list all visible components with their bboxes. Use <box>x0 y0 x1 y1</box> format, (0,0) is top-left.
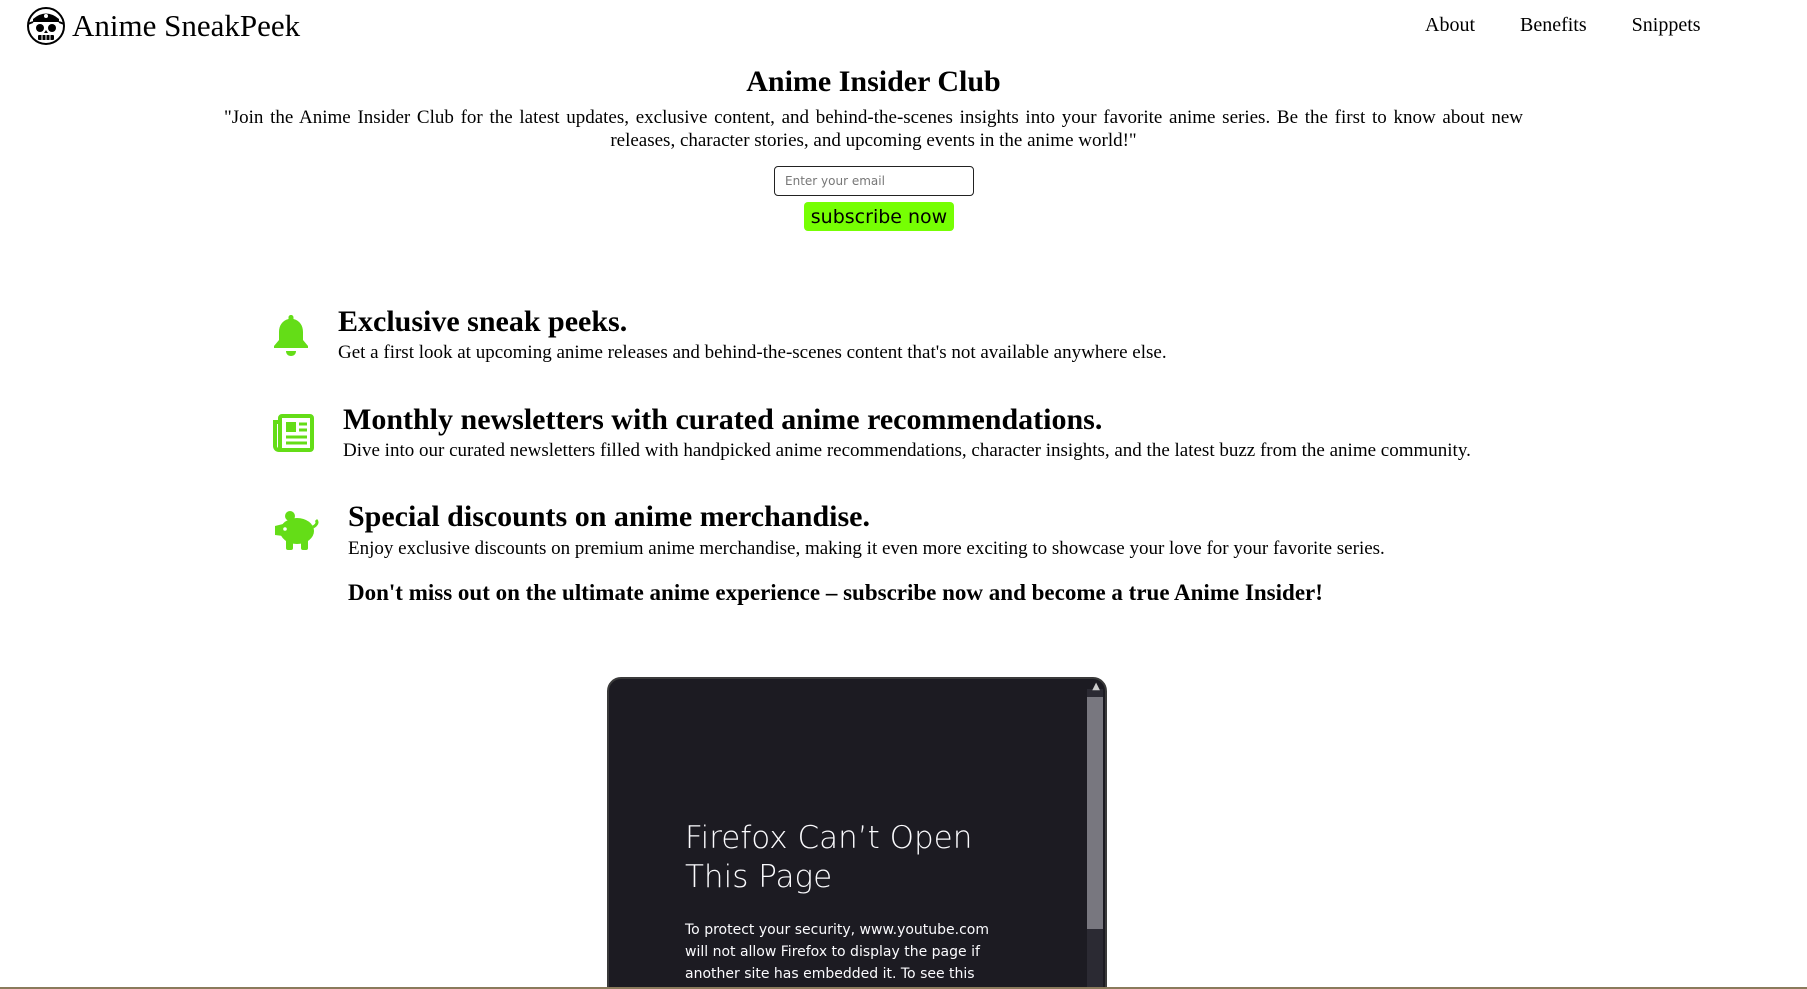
feature-description: Dive into our curated newsletters filled… <box>343 440 1471 461</box>
site-header: Anime SneakPeek About Benefits Snippets <box>0 0 1807 52</box>
feature-title: Special discounts on anime merchandise. <box>348 500 870 533</box>
newspaper-icon <box>273 414 314 452</box>
subscribe-button[interactable]: subscribe now <box>804 202 954 231</box>
email-input[interactable] <box>774 166 974 196</box>
error-title: Firefox Can’t Open This Page <box>685 820 973 895</box>
frame-scroll-thumb[interactable] <box>1087 697 1103 929</box>
feature-description: Enjoy exclusive discounts on premium ani… <box>348 538 1385 559</box>
bell-icon <box>274 315 308 356</box>
hero-description: "Join the Anime Insider Club for the lat… <box>224 107 1523 151</box>
main-nav: About Benefits Snippets <box>1425 14 1746 37</box>
scroll-up-icon[interactable]: ▲ <box>1092 681 1100 692</box>
call-to-action: Don't miss out on the ultimate anime exp… <box>348 580 1323 605</box>
nav-about[interactable]: About <box>1425 14 1475 37</box>
embedded-video-frame[interactable]: ▲ Firefox Can’t Open This Page To protec… <box>607 677 1107 989</box>
nav-snippets[interactable]: Snippets <box>1632 14 1701 37</box>
error-message: To protect your security, www.youtube.co… <box>685 922 990 989</box>
feature-title: Exclusive sneak peeks. <box>338 305 628 338</box>
brand-name: Anime SneakPeek <box>72 8 301 43</box>
hero-title: Anime Insider Club <box>746 65 1001 98</box>
pirate-skull-icon <box>27 7 65 45</box>
brand-logo[interactable]: Anime SneakPeek <box>26 6 300 46</box>
feature-description: Get a first look at upcoming anime relea… <box>338 342 1167 363</box>
piggy-bank-icon <box>275 511 319 550</box>
nav-benefits[interactable]: Benefits <box>1520 14 1587 37</box>
feature-title: Monthly newsletters with curated anime r… <box>343 403 1103 436</box>
